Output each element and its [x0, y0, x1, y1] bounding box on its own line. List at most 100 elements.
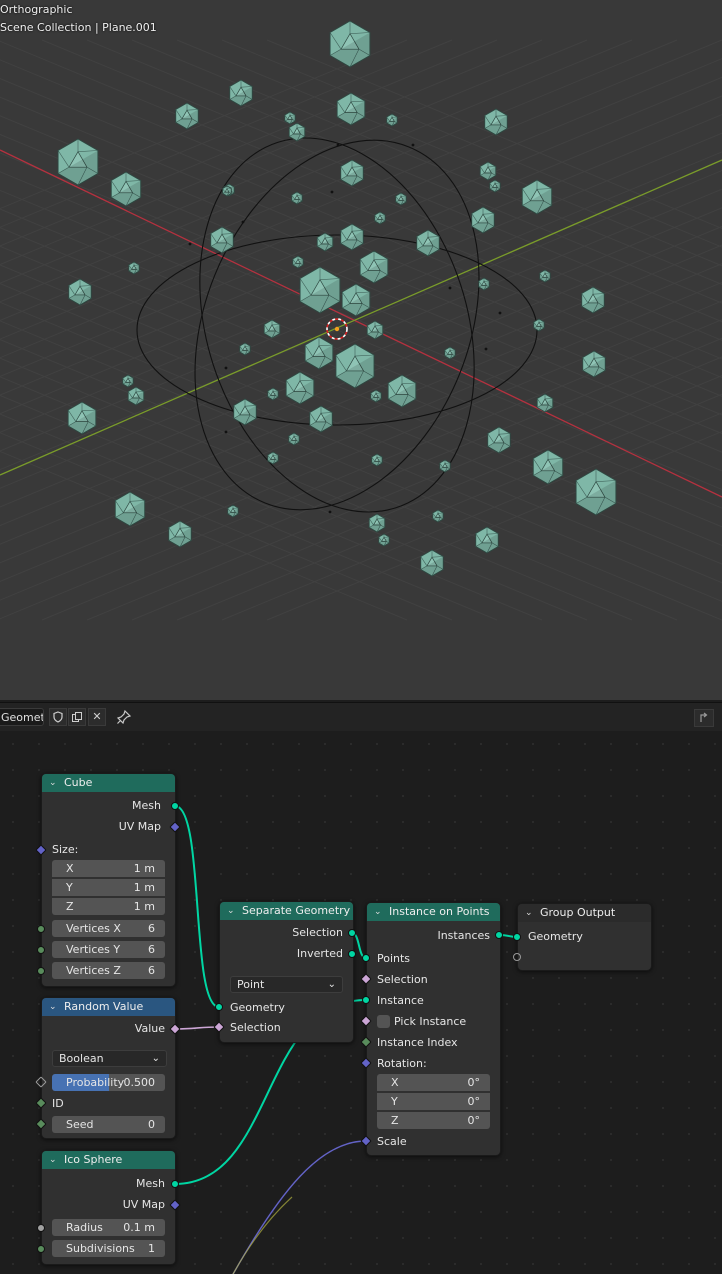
point-dot — [411, 143, 415, 147]
grid-line — [0, 319, 722, 620]
point-dot — [336, 143, 340, 147]
random-id-label: ID — [52, 1097, 64, 1110]
instances-output-label: Instances — [437, 929, 490, 942]
grid-line — [0, 59, 722, 360]
random-type-dropdown[interactable]: Boolean ⌄ — [52, 1050, 167, 1067]
selection-input-label: Selection — [377, 973, 428, 986]
cube-size-x-field[interactable]: X1 m — [52, 860, 165, 877]
cube-vz-socket[interactable] — [37, 967, 45, 975]
ico-sphere-node[interactable]: ⌄ Ico Sphere Mesh UV Map Radius 0.1 m Subd… — [41, 1150, 176, 1265]
radius-field[interactable]: Radius 0.1 m — [52, 1219, 165, 1236]
link-scale-input — [232, 1140, 367, 1274]
grid-line — [0, 58, 722, 359]
cube-vertices-y-field[interactable]: Vertices Y6 — [52, 941, 165, 958]
chevron-down-icon: ⌄ — [151, 1053, 160, 1064]
random-value-output-label: Value — [134, 1022, 165, 1035]
instance-input-socket[interactable] — [362, 996, 370, 1004]
separate-geometry-node[interactable]: ⌄ Separate Geometry Selection Inverted Po… — [219, 901, 354, 1043]
rotation-z-field[interactable]: Z 0° — [377, 1112, 490, 1129]
output-geometry-input-label: Geometry — [528, 930, 583, 943]
subdivisions-socket[interactable] — [37, 1245, 45, 1253]
subdivisions-field[interactable]: Subdivisions 1 — [52, 1240, 165, 1257]
cube-vy-socket[interactable] — [37, 946, 45, 954]
collection-label: Scene Collection | Plane.001 — [0, 21, 157, 34]
ico-sphere-node-header[interactable]: ⌄ Ico Sphere — [42, 1151, 175, 1169]
instance-on-points-node-header[interactable]: ⌄ Instance on Points — [367, 903, 500, 921]
grid-line — [0, 264, 722, 565]
grid-line — [0, 169, 722, 471]
seed-field[interactable]: Seed 0 — [52, 1116, 165, 1133]
y-axis-line — [0, 159, 722, 476]
grid-line — [0, 39, 408, 210]
point-dot — [448, 286, 452, 290]
separate-selection-output-socket[interactable] — [348, 929, 356, 937]
close-icon[interactable]: ✕ — [88, 708, 106, 726]
ico-mesh-socket[interactable] — [171, 1180, 179, 1188]
pin-icon[interactable] — [116, 709, 132, 725]
cube-node[interactable]: ⌄ Cube Mesh UV Map Size: X1 m Y1 m Z1 m V… — [41, 773, 176, 987]
output-geometry-socket[interactable] — [513, 933, 521, 941]
separate-geometry-input-socket[interactable] — [215, 1003, 223, 1011]
rotation-x-field[interactable]: X 0° — [377, 1074, 490, 1091]
separate-inverted-output-socket[interactable] — [348, 950, 356, 958]
grid-line — [0, 208, 722, 509]
pick-instance-label: Pick Instance — [394, 1015, 467, 1028]
cube-vx-socket[interactable] — [37, 925, 45, 933]
instance-on-points-node[interactable]: ⌄ Instance on Points Instances Points Sel… — [366, 902, 501, 1156]
parent-icon[interactable] — [694, 709, 714, 727]
rotation-y-field[interactable]: Y 0° — [377, 1093, 490, 1110]
cube-size-y-field[interactable]: Y1 m — [52, 879, 165, 896]
chevron-down-icon[interactable]: ⌄ — [49, 774, 57, 792]
points-input-label: Points — [377, 952, 411, 965]
grid-line — [0, 95, 722, 396]
domain-dropdown[interactable]: Point ⌄ — [230, 976, 343, 993]
cube-vertices-z-field[interactable]: Vertices Z6 — [52, 962, 165, 979]
random-value-node-header[interactable]: ⌄ Random Value — [42, 998, 175, 1016]
cube-size-z-field[interactable]: Z1 m — [52, 898, 165, 915]
grid-line — [0, 133, 722, 435]
node-editor-header: Geometry Nodes.002 ✕ — [0, 702, 722, 731]
grid-line — [0, 189, 722, 491]
chevron-down-icon[interactable]: ⌄ — [49, 1151, 57, 1169]
cube-node-header[interactable]: ⌄ Cube — [42, 774, 175, 792]
shield-icon[interactable] — [49, 708, 67, 726]
grid-line — [0, 151, 722, 452]
chevron-down-icon: ⌄ — [327, 979, 336, 990]
chevron-down-icon[interactable]: ⌄ — [374, 903, 382, 921]
orbit-ellipse — [194, 139, 480, 511]
rotation-label: Rotation: — [377, 1057, 427, 1070]
duplicate-icon[interactable] — [68, 708, 86, 726]
chevron-down-icon[interactable]: ⌄ — [49, 998, 57, 1016]
grid-line — [0, 245, 722, 546]
grid-line — [0, 114, 722, 415]
grid-line — [0, 227, 722, 528]
grid-line — [176, 39, 722, 267]
instances-output-socket[interactable] — [495, 931, 503, 939]
node-editor-canvas[interactable]: ⌄ Cube Mesh UV Map Size: X1 m Y1 m Z1 m V… — [0, 731, 722, 1274]
probability-field[interactable]: Probability 0.500 — [52, 1074, 165, 1091]
3d-viewport[interactable]: Orthographic Scene Collection | Plane.00… — [0, 0, 722, 700]
pick-instance-checkbox[interactable] — [377, 1015, 390, 1028]
separate-geometry-node-header[interactable]: ⌄ Separate Geometry — [220, 902, 353, 920]
grid-line — [0, 207, 722, 508]
grid-line — [0, 301, 722, 602]
grid-line — [176, 393, 722, 621]
point-dot — [328, 510, 332, 514]
chevron-down-icon[interactable]: ⌄ — [525, 904, 533, 922]
cube-vertices-x-field[interactable]: Vertices X6 — [52, 920, 165, 937]
chevron-down-icon[interactable]: ⌄ — [227, 902, 235, 920]
output-empty-socket[interactable] — [513, 953, 521, 961]
grid-line — [0, 40, 722, 341]
node-tree-name-field[interactable]: Geometry Nodes.002 — [0, 708, 44, 726]
grid-line — [0, 77, 722, 379]
point-dot — [224, 366, 228, 370]
random-value-node[interactable]: ⌄ Random Value Value Boolean ⌄ Probability… — [41, 997, 176, 1139]
group-output-node[interactable]: ⌄ Group Output Geometry — [517, 903, 652, 971]
scale-input-label: Scale — [377, 1135, 407, 1148]
group-output-node-header[interactable]: ⌄ Group Output — [518, 904, 651, 922]
radius-socket[interactable] — [37, 1224, 45, 1232]
grid-line — [0, 188, 722, 489]
points-input-socket[interactable] — [362, 954, 370, 962]
cube-mesh-socket[interactable] — [171, 802, 179, 810]
ico-uvmap-output-label: UV Map — [122, 1198, 165, 1211]
